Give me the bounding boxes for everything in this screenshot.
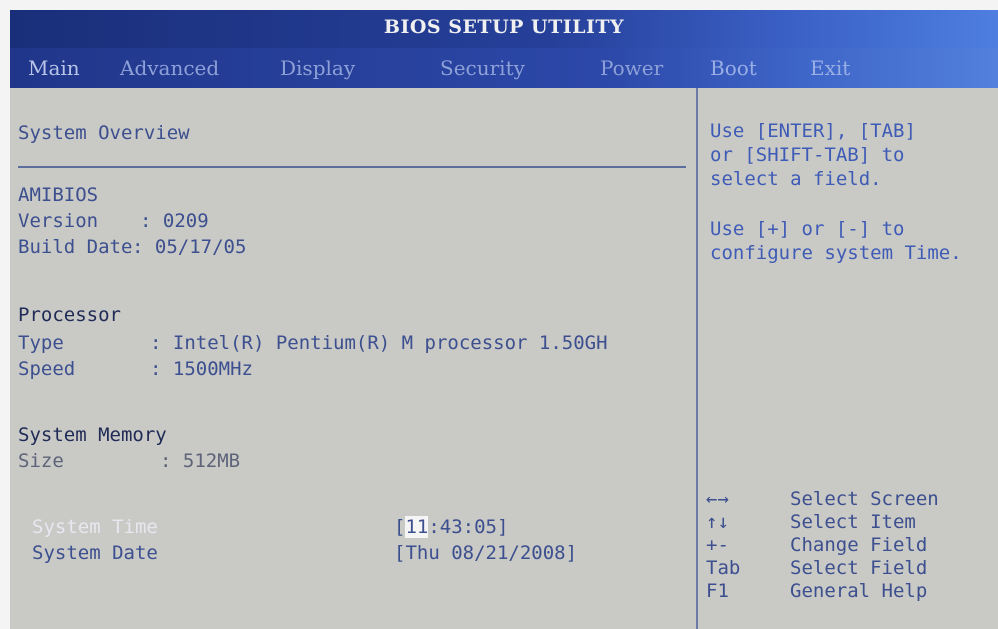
processor-speed-value: : 1500MHz: [150, 358, 253, 380]
help-line-1: Use [ENTER], [TAB]: [710, 120, 916, 142]
tab-display[interactable]: Display: [280, 56, 355, 80]
section-divider: [18, 166, 686, 168]
system-date-label[interactable]: System Date: [32, 542, 158, 564]
build-date-value: : 05/17/05: [132, 236, 247, 258]
key-select-screen: Select Screen: [790, 488, 939, 510]
help-line-5: configure system Time.: [710, 242, 962, 264]
memory-size-value: : 512MB: [160, 450, 241, 472]
key-general-help: General Help: [790, 580, 928, 602]
help-line-2: or [SHIFT-TAB] to: [710, 144, 905, 166]
time-hour-selected[interactable]: 11: [405, 516, 429, 538]
menu-bar: Main Advanced Display Security Power Boo…: [10, 48, 998, 88]
bios-title: BIOS SETUP UTILITY: [383, 16, 625, 38]
build-date-label: Build Date: [18, 236, 133, 258]
memory-size-label: Size: [18, 450, 64, 472]
main-panel: System Overview AMIBIOS Version : 0209 B…: [10, 88, 698, 629]
key-f1: F1: [706, 580, 729, 602]
time-open-bracket: [: [394, 516, 406, 538]
processor-heading: Processor: [18, 304, 121, 326]
system-time-label[interactable]: System Time: [32, 516, 158, 538]
tab-power[interactable]: Power: [600, 56, 663, 80]
memory-heading: System Memory: [18, 424, 167, 446]
tab-security[interactable]: Security: [440, 56, 525, 80]
time-rest: :43:05]: [428, 516, 509, 538]
version-value: : 0209: [140, 210, 209, 232]
key-select-item: Select Item: [790, 511, 916, 533]
key-change-field: Change Field: [790, 534, 928, 556]
key-select-field: Select Field: [790, 557, 928, 579]
processor-type-label: Type: [18, 332, 64, 354]
key-tab: Tab: [706, 557, 741, 579]
key-plus-minus: +-: [706, 534, 729, 556]
help-line-3: select a field.: [710, 168, 882, 190]
bios-screen: BIOS SETUP UTILITY Main Advanced Display…: [10, 10, 998, 629]
tab-boot[interactable]: Boot: [710, 56, 757, 80]
tab-exit[interactable]: Exit: [810, 56, 850, 80]
title-bar: BIOS SETUP UTILITY: [10, 10, 998, 48]
amibios-label: AMIBIOS: [18, 184, 99, 206]
help-line-4: Use [+] or [-] to: [710, 218, 905, 240]
key-up-down: ↑↓: [706, 511, 729, 533]
processor-type-value: : Intel(R) Pentium(R) M processor 1.50GH: [150, 332, 608, 354]
system-time-field[interactable]: [11:43:05]: [394, 516, 508, 538]
section-title: System Overview: [18, 122, 190, 144]
version-label: Version: [18, 210, 99, 232]
help-panel: Use [ENTER], [TAB] or [SHIFT-TAB] to sel…: [698, 88, 998, 629]
tab-advanced[interactable]: Advanced: [120, 56, 219, 80]
key-left-right: ←→: [706, 488, 729, 510]
processor-speed-label: Speed: [18, 358, 76, 380]
tab-main[interactable]: Main: [28, 56, 80, 80]
system-date-field[interactable]: [Thu 08/21/2008]: [394, 542, 577, 564]
